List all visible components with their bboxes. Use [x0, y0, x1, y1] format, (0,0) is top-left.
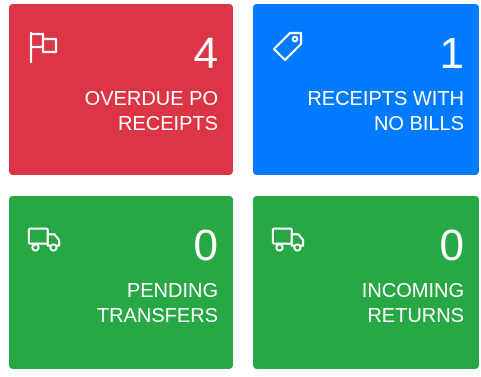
- tile-count: 1: [439, 29, 464, 78]
- tile-label: RECEIPTS WITH NO BILLS: [264, 87, 464, 137]
- incoming-returns-tile[interactable]: 0 INCOMING RETURNS: [253, 196, 479, 369]
- tile-label: OVERDUE PO RECEIPTS: [18, 87, 218, 137]
- tile-label-line: PENDING: [126, 280, 218, 302]
- truck-icon: [27, 222, 61, 256]
- overdue-po-receipts-tile[interactable]: 4 OVERDUE PO RECEIPTS: [9, 4, 233, 175]
- receipts-no-bills-tile[interactable]: 1 RECEIPTS WITH NO BILLS: [253, 4, 479, 175]
- tile-count: 4: [193, 29, 218, 78]
- tile-label-line: RECEIPTS WITH: [307, 88, 464, 110]
- tile-label-line: TRANSFERS: [96, 305, 218, 327]
- tile-label: PENDING TRANSFERS: [18, 279, 218, 329]
- tile-label-line: RETURNS: [367, 305, 464, 327]
- tile-label-line: INCOMING: [361, 280, 464, 302]
- tag-icon: [271, 30, 305, 64]
- tile-label-line: RECEIPTS: [117, 113, 218, 135]
- truck-icon: [271, 222, 305, 256]
- tile-count: 0: [193, 221, 218, 270]
- tile-count: 0: [439, 221, 464, 270]
- tile-label-line: NO BILLS: [373, 113, 464, 135]
- flag-icon: [27, 30, 61, 64]
- tile-label: INCOMING RETURNS: [264, 279, 464, 329]
- tile-label-line: OVERDUE PO: [84, 88, 218, 110]
- pending-transfers-tile[interactable]: 0 PENDING TRANSFERS: [9, 196, 233, 369]
